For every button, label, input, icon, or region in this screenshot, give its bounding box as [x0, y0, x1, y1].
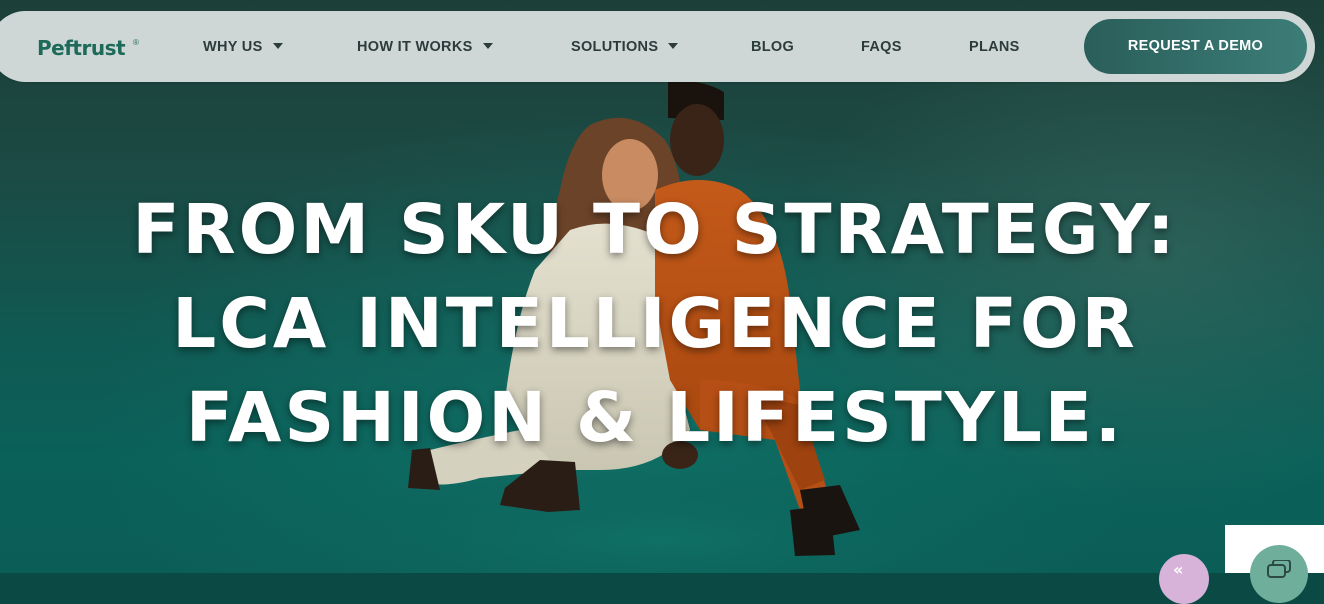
nav-item-label: FAQS — [861, 39, 902, 55]
nav-item-how-it-works[interactable]: HOW IT WORKS — [357, 36, 493, 58]
nav-item-label: WHY US — [203, 39, 263, 55]
nav-item-label: BLOG — [751, 39, 795, 55]
caret-down-icon — [668, 43, 679, 49]
nav-item-faqs[interactable]: FAQS — [861, 36, 902, 58]
chat-icon — [1267, 560, 1291, 578]
hero-headline-line-1: FROM SKU TO STRATEGY: — [132, 190, 1178, 270]
registered-mark: ® — [133, 38, 139, 47]
quote-icon: « — [1173, 560, 1184, 579]
hero-headline: FROM SKU TO STRATEGY: LCA INTELLIGENCE F… — [0, 183, 1310, 465]
nav-item-solutions[interactable]: SOLUTIONS — [571, 36, 679, 58]
caret-down-icon — [482, 43, 493, 49]
request-demo-button[interactable]: REQUEST A DEMO — [1084, 19, 1307, 74]
caret-down-icon — [272, 43, 283, 49]
nav-item-label: HOW IT WORKS — [357, 39, 473, 55]
hero-headline-line-3: FASHION & LIFESTYLE. — [185, 378, 1125, 458]
peftrust-logo[interactable]: Peftrust — [37, 34, 126, 62]
nav-item-plans[interactable]: PLANS — [969, 36, 1020, 58]
nav-item-why-us[interactable]: WHY US — [203, 36, 283, 58]
nav-item-blog[interactable]: BLOG — [751, 36, 794, 58]
hero-headline-line-2: LCA INTELLIGENCE FOR — [172, 284, 1138, 364]
chat-widget-button[interactable] — [1250, 545, 1308, 603]
nav-item-label: SOLUTIONS — [571, 39, 659, 55]
quote-widget-button[interactable]: « — [1159, 554, 1209, 604]
nav-item-label: PLANS — [969, 39, 1020, 55]
